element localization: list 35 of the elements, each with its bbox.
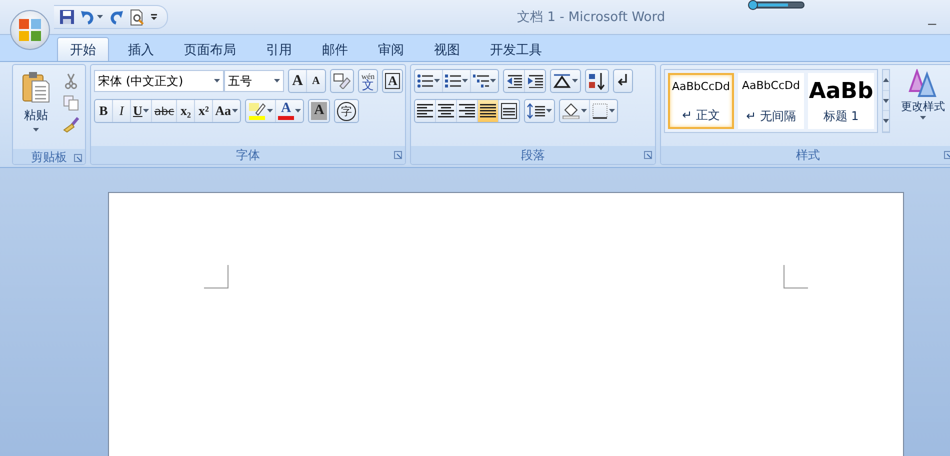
ribbon-tab[interactable]: 插入 bbox=[115, 37, 167, 61]
ribbon-tab[interactable]: 引用 bbox=[253, 37, 305, 61]
change-styles-button[interactable]: 更改样式 bbox=[894, 69, 950, 146]
minimize-button[interactable]: _ bbox=[924, 9, 940, 25]
font-size-dropdown[interactable]: 五号 bbox=[224, 70, 284, 92]
format-button[interactable]: 字 bbox=[335, 100, 358, 122]
format-button[interactable]: A bbox=[276, 100, 304, 122]
format-button[interactable]: I bbox=[113, 100, 131, 122]
format-button[interactable]: x₂ bbox=[177, 100, 196, 122]
format-button[interactable]: A bbox=[289, 70, 307, 92]
font-name-dropdown[interactable]: 宋体 (中文正文) bbox=[94, 70, 224, 92]
ribbon-tab[interactable]: 邮件 bbox=[309, 37, 361, 61]
paste-button[interactable]: 粘贴 bbox=[16, 69, 56, 149]
format-button[interactable]: x² bbox=[195, 100, 214, 122]
format-button[interactable]: abc bbox=[152, 100, 178, 122]
group-label: 剪贴板 bbox=[31, 149, 67, 164]
style-card[interactable]: AaBbCcDd ↵ 无间隔 bbox=[738, 73, 804, 129]
group-label: 字体 bbox=[236, 146, 260, 164]
ribbon-tab[interactable]: 视图 bbox=[421, 37, 473, 61]
format-button[interactable]: B bbox=[95, 100, 113, 122]
style-card[interactable]: AaBb 标题 1 bbox=[808, 73, 874, 129]
ribbon-tab[interactable]: 页面布局 bbox=[171, 37, 249, 61]
format-button[interactable]: A bbox=[309, 100, 330, 122]
style-card[interactable]: AaBbCcDd ↵ 正文 bbox=[668, 73, 734, 129]
window-title: 文档 1 - Microsoft Word bbox=[517, 9, 666, 26]
format-button[interactable]: U bbox=[131, 100, 152, 122]
ribbon-tab[interactable]: 审阅 bbox=[365, 37, 417, 61]
group-label: 段落 bbox=[521, 146, 545, 164]
format-button[interactable]: Aa bbox=[213, 100, 240, 122]
format-button[interactable]: A bbox=[383, 70, 402, 92]
ribbon-tab[interactable]: 开发工具 bbox=[477, 37, 555, 61]
group-label: 样式 bbox=[796, 146, 820, 164]
format-button[interactable]: wén 文 bbox=[359, 70, 377, 92]
ribbon-tab[interactable]: 开始 bbox=[57, 37, 109, 61]
format-button[interactable]: A bbox=[307, 70, 325, 92]
